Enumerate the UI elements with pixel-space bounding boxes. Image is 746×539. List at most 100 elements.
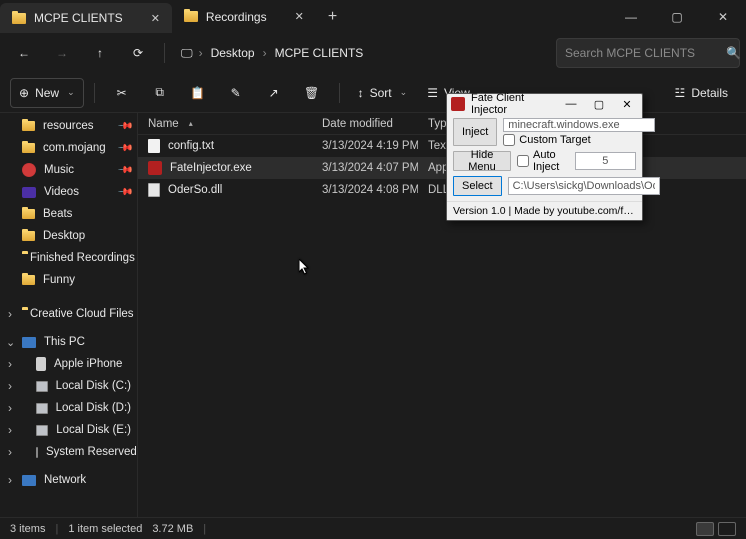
- file-date: 3/13/2024 4:08 PM: [312, 184, 418, 196]
- sidebar-item-videos[interactable]: Videos📌: [0, 181, 137, 203]
- sort-button[interactable]: ↕ Sort ⌄: [350, 78, 416, 108]
- plus-icon: ⊕: [19, 86, 29, 100]
- search-input[interactable]: [565, 46, 720, 60]
- new-label: New: [35, 86, 59, 100]
- select-button[interactable]: Select: [453, 176, 502, 196]
- dll-path-input[interactable]: [508, 177, 660, 195]
- file-row[interactable]: FateInjector.exe 3/13/2024 4:07 PM Appl: [138, 157, 746, 179]
- folder-icon: [22, 143, 35, 153]
- share-button[interactable]: ↗: [257, 78, 291, 108]
- text-file-icon: [148, 139, 160, 153]
- dialog-minimize-button[interactable]: —: [560, 96, 582, 112]
- column-label: Date modified: [322, 118, 393, 130]
- sidebar-item-system-reserved[interactable]: System Reserved (F: [0, 441, 137, 463]
- crumb-desktop[interactable]: Desktop: [209, 42, 257, 64]
- new-button[interactable]: ⊕ New ⌄: [10, 78, 84, 108]
- sidebar-item-disk-c[interactable]: Local Disk (C:): [0, 375, 137, 397]
- sidebar-item-beats[interactable]: Beats: [0, 203, 137, 225]
- sidebar-item-label: Creative Cloud Files |: [30, 308, 137, 320]
- tab-close-icon[interactable]: ✕: [295, 10, 304, 23]
- sidebar-item-commojang[interactable]: com.mojang📌: [0, 137, 137, 159]
- sidebar-item-resources[interactable]: resources📌: [0, 115, 137, 137]
- pc-icon: 🖵: [181, 46, 193, 61]
- details-button[interactable]: ☳ Details: [667, 78, 736, 108]
- cut-button[interactable]: ✂: [105, 78, 139, 108]
- disk-icon: [36, 381, 48, 392]
- refresh-button[interactable]: ⟳: [120, 37, 156, 69]
- separator: [94, 83, 95, 103]
- checkbox-input[interactable]: [503, 134, 515, 146]
- folder-icon: [22, 275, 35, 285]
- separator: |: [203, 523, 206, 535]
- sidebar-item-network[interactable]: Network: [0, 469, 137, 491]
- dll-file-icon: [148, 183, 160, 197]
- view-details-button[interactable]: [696, 522, 714, 536]
- close-button[interactable]: ✕: [700, 0, 746, 33]
- chevron-right-icon: ›: [263, 46, 267, 60]
- file-pane: Name▴ Date modified Type config.txt 3/13…: [138, 113, 746, 528]
- sidebar-item-disk-e[interactable]: Local Disk (E:): [0, 419, 137, 441]
- search-icon: 🔍: [726, 46, 741, 60]
- tab-recordings[interactable]: Recordings ✕: [172, 0, 316, 33]
- mouse-cursor: [299, 259, 311, 275]
- column-date[interactable]: Date modified: [312, 118, 418, 130]
- window-controls: — ▢ ✕: [608, 0, 746, 33]
- file-date: 3/13/2024 4:19 PM: [312, 140, 418, 152]
- folder-icon: [22, 209, 35, 219]
- sidebar-item-finished-recordings[interactable]: Finished Recordings: [0, 247, 137, 269]
- delete-button[interactable]: 🗑: [295, 78, 329, 108]
- chevron-right-icon: ›: [199, 46, 203, 60]
- sort-label: Sort: [370, 86, 392, 100]
- process-input[interactable]: [503, 118, 655, 132]
- forward-button[interactable]: →: [44, 37, 80, 69]
- dialog-close-button[interactable]: ✕: [616, 96, 638, 112]
- tab-mcpe-clients[interactable]: MCPE CLIENTS ✕: [0, 3, 172, 33]
- disk-icon: [36, 425, 48, 436]
- sidebar-item-funny[interactable]: Funny: [0, 269, 137, 291]
- auto-inject-checkbox[interactable]: Auto Inject: [517, 149, 569, 173]
- sidebar-item-label: Music: [44, 164, 74, 176]
- sidebar-item-iphone[interactable]: Apple iPhone: [0, 353, 137, 375]
- sidebar-item-this-pc[interactable]: This PC: [0, 331, 137, 353]
- paste-button[interactable]: 📋: [181, 78, 215, 108]
- status-selected: 1 item selected: [68, 523, 142, 535]
- sidebar-item-desktop[interactable]: Desktop: [0, 225, 137, 247]
- pin-icon: 📌: [116, 140, 133, 157]
- sidebar-item-label: This PC: [44, 336, 85, 348]
- view-icon: ☰: [427, 86, 438, 100]
- phone-icon: [36, 357, 46, 371]
- minimize-button[interactable]: —: [608, 0, 654, 33]
- sidebar-item-music[interactable]: Music📌: [0, 159, 137, 181]
- dialog-maximize-button[interactable]: ▢: [588, 96, 610, 112]
- copy-button[interactable]: ⧉: [143, 78, 177, 108]
- dialog-footer: Version 1.0 | Made by youtube.com/fligge…: [447, 201, 642, 220]
- app-icon: [451, 97, 465, 111]
- up-button[interactable]: ↑: [82, 37, 118, 69]
- crumb-folder[interactable]: MCPE CLIENTS: [273, 42, 366, 64]
- view-thumbnails-button[interactable]: [718, 522, 736, 536]
- network-icon: [22, 475, 36, 486]
- sidebar-item-disk-d[interactable]: Local Disk (D:): [0, 397, 137, 419]
- music-icon: [22, 163, 36, 177]
- column-label: Name: [148, 118, 179, 130]
- back-button[interactable]: ←: [6, 37, 42, 69]
- sidebar-item-label: System Reserved (F: [46, 446, 137, 458]
- column-name[interactable]: Name▴: [138, 118, 312, 130]
- checkbox-input[interactable]: [517, 155, 529, 167]
- exe-file-icon: [148, 161, 162, 175]
- maximize-button[interactable]: ▢: [654, 0, 700, 33]
- breadcrumb[interactable]: 🖵 › Desktop › MCPE CLIENTS: [173, 42, 554, 64]
- custom-target-checkbox[interactable]: Custom Target: [503, 134, 655, 146]
- delay-input[interactable]: [575, 152, 637, 170]
- hide-menu-button[interactable]: Hide Menu: [453, 151, 511, 171]
- sidebar: resources📌 com.mojang📌 Music📌 Videos📌 Be…: [0, 113, 138, 528]
- search-box[interactable]: 🔍: [556, 38, 740, 68]
- rename-button[interactable]: ✎: [219, 78, 253, 108]
- new-tab-button[interactable]: +: [316, 0, 349, 33]
- sidebar-item-creative-cloud[interactable]: Creative Cloud Files |: [0, 303, 137, 325]
- tab-close-icon[interactable]: ✕: [151, 12, 160, 25]
- inject-button[interactable]: Inject: [453, 118, 497, 146]
- file-name: FateInjector.exe: [170, 162, 252, 174]
- video-icon: [22, 187, 36, 198]
- dialog-titlebar[interactable]: Fate Client Injector — ▢ ✕: [447, 94, 642, 114]
